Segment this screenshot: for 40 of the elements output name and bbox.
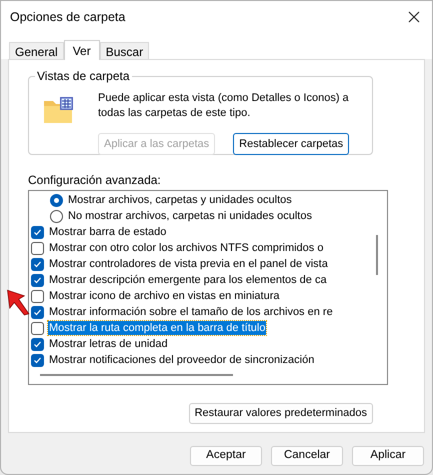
tab[interactable]: Ver (64, 40, 100, 60)
radio-button[interactable] (50, 194, 63, 206)
option-label[interactable]: Mostrar información sobre el tamaño de los archivos en re (48, 305, 334, 319)
close-icon[interactable] (408, 11, 420, 23)
checkbox[interactable] (31, 322, 44, 334)
tab[interactable]: General (9, 42, 64, 59)
option-label[interactable]: Mostrar con otro color los archivos NTFS comprimidos o (48, 241, 324, 255)
group-title: Vistas de carpeta (35, 68, 132, 84)
folder-icon (44, 97, 74, 123)
description-text: Puede aplicar esta vista (como Detalles o Iconos) a todas las carpetas de este tipo. (98, 91, 350, 121)
dialog-button[interactable]: Aceptar (190, 446, 262, 466)
checkbox[interactable] (31, 242, 44, 254)
checkbox[interactable] (31, 274, 44, 286)
dialog-button[interactable]: Aplicar (352, 446, 424, 466)
option-label[interactable]: Mostrar icono de archivo en vistas en miniatura (48, 289, 280, 303)
check-icon (33, 228, 42, 236)
check-icon (33, 308, 42, 316)
option-label[interactable]: Mostrar archivos, carpetas y unidades ocultos (67, 193, 293, 207)
radio-button[interactable] (50, 210, 63, 222)
window-title: Opciones de carpeta (10, 8, 126, 26)
checkbox[interactable] (31, 338, 44, 350)
option-label[interactable]: Mostrar barra de estado (48, 225, 168, 239)
dialog-button[interactable]: Cancelar (271, 446, 343, 466)
action-button[interactable]: Restablecer carpetas (233, 133, 350, 155)
option-label[interactable]: Mostrar notificaciones del proveedor de sincronización (48, 353, 316, 367)
option-label[interactable]: Mostrar controladores de vista previa en el panel de vista (48, 257, 329, 271)
horizontal-scrollbar[interactable] (40, 374, 233, 376)
checkbox[interactable] (31, 226, 44, 238)
option-label[interactable]: Mostrar letras de unidad (48, 337, 169, 351)
vertical-scrollbar[interactable] (376, 235, 378, 275)
checkbox[interactable] (31, 306, 44, 318)
section-label: Configuración avanzada: (28, 173, 162, 188)
checkbox[interactable] (31, 354, 44, 366)
option-label[interactable]: No mostrar archivos, carpetas ni unidades ocultos (67, 209, 313, 223)
option-label[interactable]: Mostrar descripción emergente para los elementos de ca (48, 273, 328, 287)
checkbox[interactable] (31, 290, 44, 302)
checkbox[interactable] (31, 258, 44, 270)
tab[interactable]: Buscar (100, 42, 150, 59)
restore-defaults-button[interactable]: Restaurar valores predeterminados (188, 403, 373, 424)
option-label[interactable]: Mostrar la ruta completa en la barra de título (48, 321, 266, 335)
